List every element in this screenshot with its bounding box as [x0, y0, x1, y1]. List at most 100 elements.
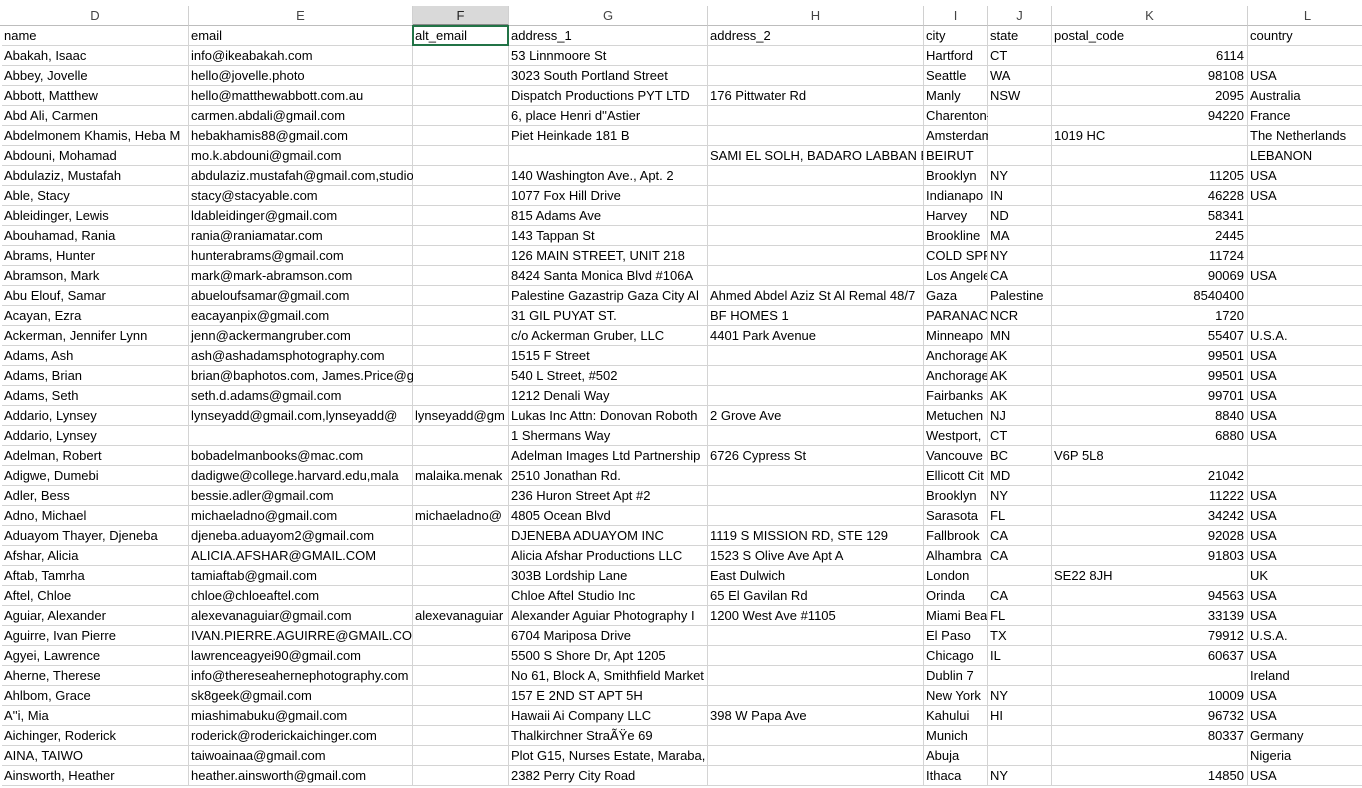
cell-postal-code[interactable]: 92028	[1052, 526, 1248, 546]
cell-city[interactable]: Alhambra	[924, 546, 988, 566]
cell-alt-email[interactable]	[413, 266, 509, 286]
cell-alt-email[interactable]	[413, 686, 509, 706]
cell-city[interactable]: Hartford	[924, 46, 988, 66]
cell-address-1[interactable]: 815 Adams Ave	[509, 206, 708, 226]
column-header-f[interactable]: F	[413, 6, 509, 26]
cell-country[interactable]: USA	[1248, 506, 1362, 526]
cell-email[interactable]: eacayanpix@gmail.com	[189, 306, 413, 326]
cell-name[interactable]: Adler, Bess	[2, 486, 189, 506]
cell-city[interactable]: Miami Bea	[924, 606, 988, 626]
cell-city[interactable]: Amsterdam	[924, 126, 992, 146]
cell-postal-code[interactable]: 1720	[1052, 306, 1248, 326]
cell-alt-email[interactable]	[413, 186, 509, 206]
cell-alt-email[interactable]	[413, 706, 509, 726]
cell-address-2[interactable]: 65 El Gavilan Rd	[708, 586, 924, 606]
cell-state[interactable]	[988, 726, 1052, 746]
cell-name[interactable]: Agyei, Lawrence	[2, 646, 189, 666]
cell-address-2[interactable]: 176 Pittwater Rd	[708, 86, 924, 106]
cell-name[interactable]: Aherne, Therese	[2, 666, 189, 686]
cell-city[interactable]: Metuchen	[924, 406, 988, 426]
cell-address-2[interactable]	[708, 726, 924, 746]
cell-email[interactable]: michaeladno@gmail.com	[189, 506, 413, 526]
cell-email[interactable]: heather.ainsworth@gmail.com	[189, 766, 413, 786]
cell-city[interactable]: New York	[924, 686, 988, 706]
cell-address-1[interactable]: No 61, Block A, Smithfield Market	[509, 666, 708, 686]
cell-address-2[interactable]	[708, 646, 924, 666]
cell-city[interactable]: Ellicott Cit	[924, 466, 988, 486]
cell-city[interactable]: Dublin 7	[924, 666, 988, 686]
cell-address-1[interactable]: 540 L Street, #502	[509, 366, 708, 386]
cell-country[interactable]: USA	[1248, 366, 1362, 386]
cell-email[interactable]: ash@ashadamsphotography.com	[189, 346, 413, 366]
cell-postal-code[interactable]: 11222	[1052, 486, 1248, 506]
cell-state[interactable]: Palestine	[988, 286, 1052, 306]
cell-name[interactable]: Aduayom Thayer, Djeneba	[2, 526, 189, 546]
cell-country[interactable]: country	[1248, 26, 1362, 46]
cell-postal-code[interactable]: 55407	[1052, 326, 1248, 346]
cell-address-2[interactable]	[708, 186, 924, 206]
cell-name[interactable]: name	[2, 26, 189, 46]
cell-postal-code[interactable]: 1019 HC	[1052, 126, 1248, 146]
cell-address-2[interactable]	[708, 766, 924, 786]
cell-country[interactable]: USA	[1248, 606, 1362, 626]
cell-country[interactable]	[1248, 46, 1362, 66]
cell-name[interactable]: A''i, Mia	[2, 706, 189, 726]
cell-email[interactable]: djeneba.aduayom2@gmail.com	[189, 526, 413, 546]
cell-postal-code[interactable]: 46228	[1052, 186, 1248, 206]
cell-country[interactable]: Germany	[1248, 726, 1362, 746]
cell-country[interactable]: USA	[1248, 766, 1362, 786]
cell-country[interactable]: Nigeria	[1248, 746, 1362, 766]
cell-address-1[interactable]: Chloe Aftel Studio Inc	[509, 586, 708, 606]
cell-city[interactable]: Gaza	[924, 286, 988, 306]
cell-alt-email[interactable]: malaika.menak	[413, 466, 509, 486]
cell-address-1[interactable]: 1212 Denali Way	[509, 386, 708, 406]
cell-country[interactable]: France	[1248, 106, 1362, 126]
cell-country[interactable]: USA	[1248, 406, 1362, 426]
cell-alt-email[interactable]	[413, 146, 509, 166]
cell-email[interactable]: lynseyadd@gmail.com,lynseyadd@	[189, 406, 413, 426]
column-header-d[interactable]: D	[2, 6, 189, 26]
cell-email[interactable]: stacy@stacyable.com	[189, 186, 413, 206]
cell-country[interactable]: USA	[1248, 546, 1362, 566]
cell-country[interactable]: USA	[1248, 346, 1362, 366]
cell-address-2[interactable]	[708, 206, 924, 226]
cell-state[interactable]: NY	[988, 486, 1052, 506]
cell-country[interactable]: UK	[1248, 566, 1362, 586]
cell-name[interactable]: Abbott, Matthew	[2, 86, 189, 106]
cell-address-1[interactable]: 143 Tappan St	[509, 226, 708, 246]
cell-email[interactable]: ldableidinger@gmail.com	[189, 206, 413, 226]
cell-name[interactable]: Afshar, Alicia	[2, 546, 189, 566]
cell-address-1[interactable]: Lukas Inc Attn: Donovan Roboth	[509, 406, 708, 426]
cell-city[interactable]: Brooklyn	[924, 486, 988, 506]
cell-alt-email[interactable]	[413, 46, 509, 66]
cell-email[interactable]: tamiaftab@gmail.com	[189, 566, 413, 586]
cell-name[interactable]: Abbey, Jovelle	[2, 66, 189, 86]
cell-email[interactable]: roderick@roderickaichinger.com	[189, 726, 413, 746]
cell-email[interactable]: ALICIA.AFSHAR@GMAIL.COM	[189, 546, 413, 566]
cell-state[interactable]: MA	[988, 226, 1052, 246]
cell-state[interactable]	[988, 106, 1052, 126]
column-header-k[interactable]: K	[1052, 6, 1248, 26]
cell-name[interactable]: Abouhamad, Rania	[2, 226, 189, 246]
cell-address-2[interactable]	[708, 746, 924, 766]
cell-postal-code[interactable]: 34242	[1052, 506, 1248, 526]
column-header-l[interactable]: L	[1248, 6, 1362, 26]
cell-address-1[interactable]: 1 Shermans Way	[509, 426, 708, 446]
cell-address-2[interactable]: address_2	[708, 26, 924, 46]
cell-alt-email[interactable]	[413, 766, 509, 786]
cell-alt-email[interactable]: alexevanaguiar	[413, 606, 509, 626]
cell-postal-code[interactable]: 96732	[1052, 706, 1248, 726]
cell-state[interactable]: NSW	[988, 86, 1052, 106]
cell-postal-code[interactable]: 90069	[1052, 266, 1248, 286]
cell-city[interactable]: London	[924, 566, 988, 586]
cell-address-2[interactable]	[708, 366, 924, 386]
cell-state[interactable]: AK	[988, 386, 1052, 406]
cell-name[interactable]: Able, Stacy	[2, 186, 189, 206]
cell-city[interactable]: COLD SPRI	[924, 246, 988, 266]
cell-alt-email[interactable]	[413, 166, 509, 186]
cell-alt-email[interactable]	[413, 326, 509, 346]
cell-address-1[interactable]: 6, place Henri d''Astier	[509, 106, 708, 126]
cell-address-2[interactable]: Ahmed Abdel Aziz St Al Remal 48/7	[708, 286, 924, 306]
cell-alt-email[interactable]	[413, 726, 509, 746]
cell-country[interactable]: Australia	[1248, 86, 1362, 106]
